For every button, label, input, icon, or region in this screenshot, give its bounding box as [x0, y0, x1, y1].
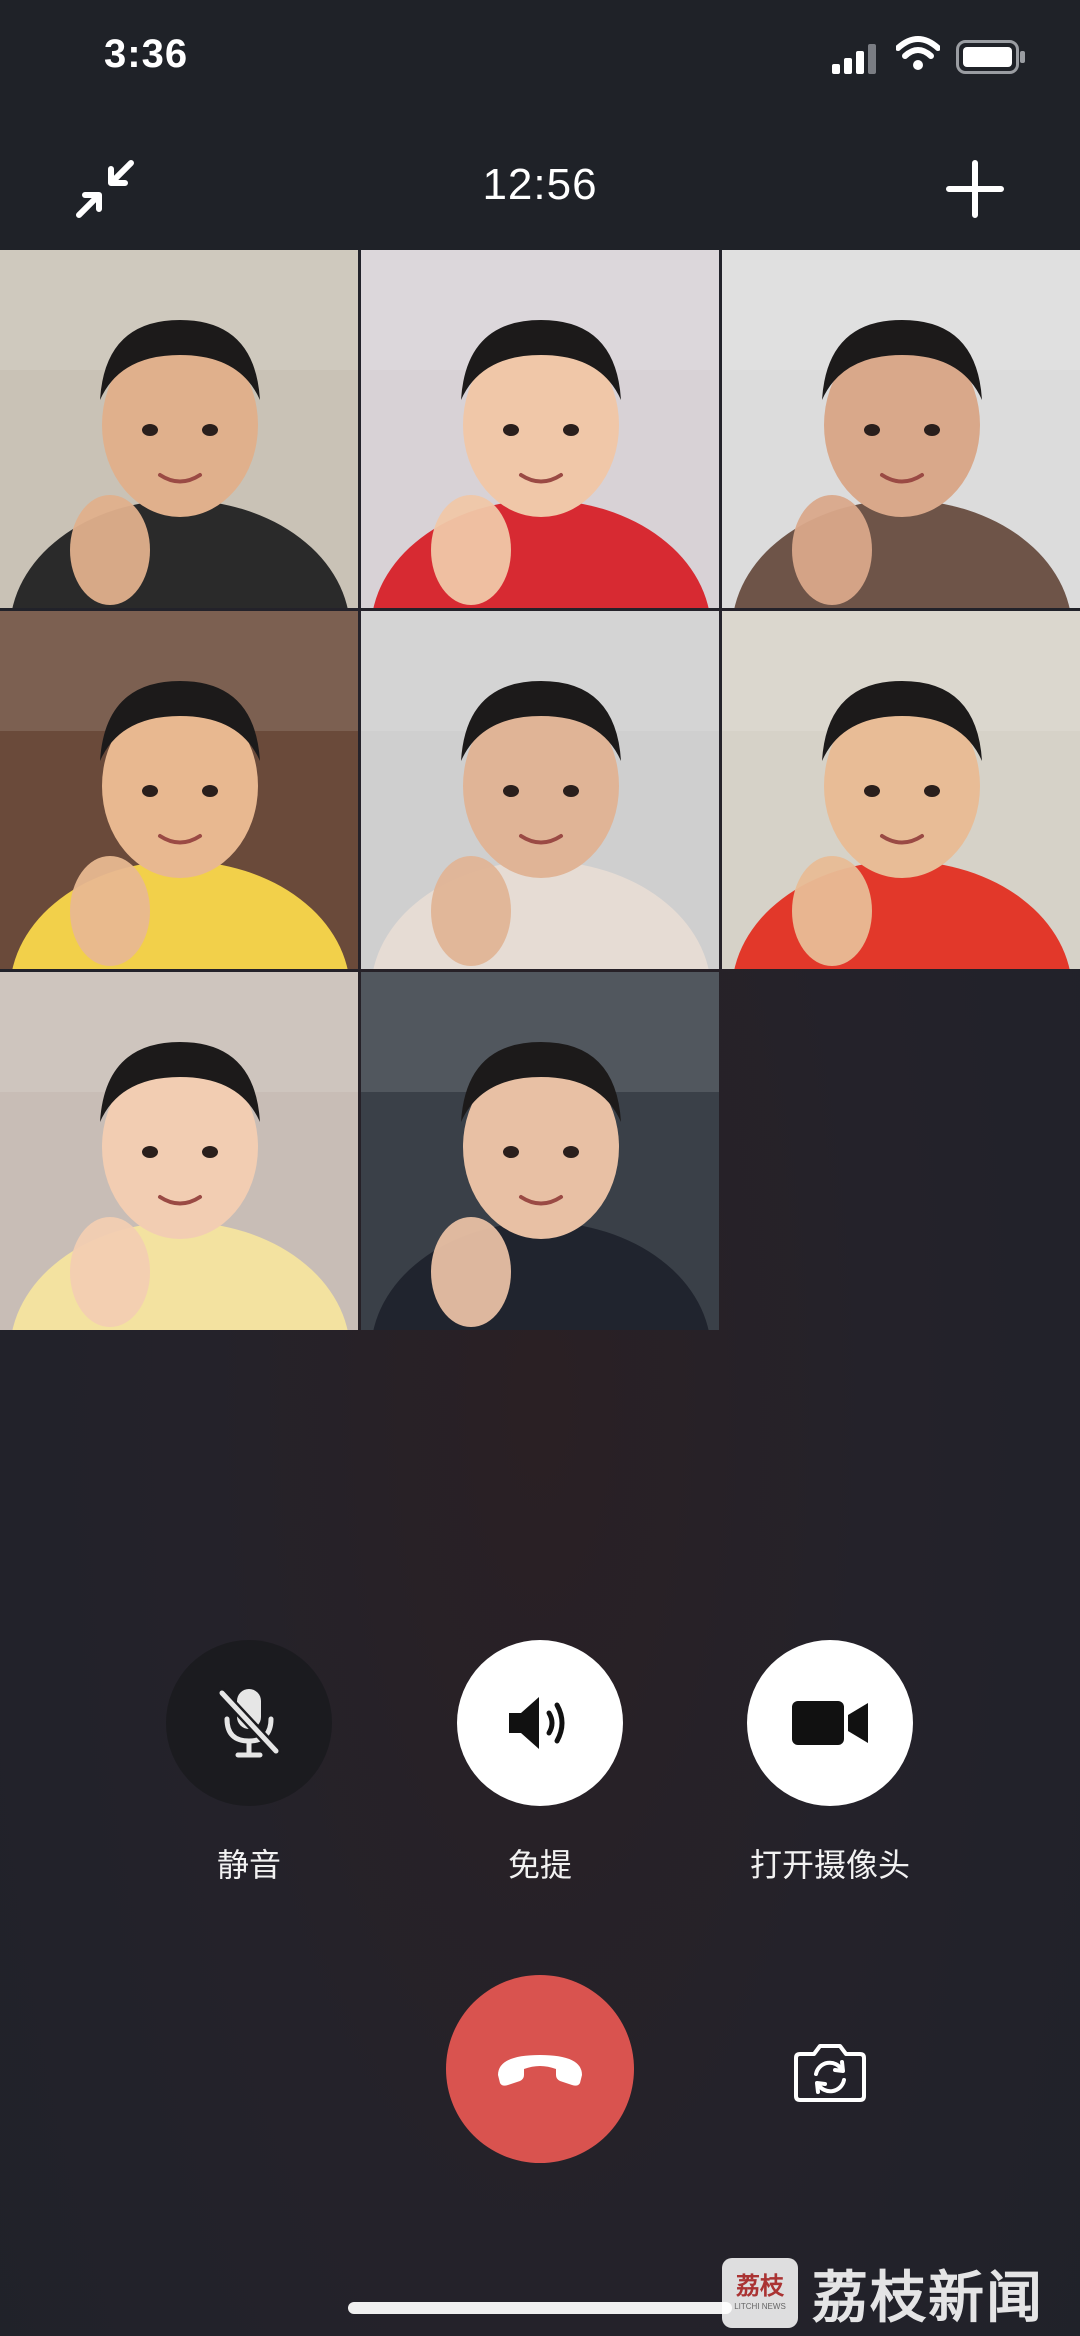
participant-video [361, 250, 719, 608]
video-tile[interactable] [361, 611, 719, 969]
mic-off-icon [217, 1688, 281, 1758]
video-grid [0, 250, 1080, 1330]
speaker-button[interactable] [457, 1640, 623, 1806]
video-tile[interactable] [722, 250, 1080, 608]
participant-video [722, 611, 1080, 969]
participant-video [0, 972, 358, 1330]
wifi-icon [895, 36, 941, 77]
status-bar: 3:36 [0, 0, 1080, 120]
hang-up-button[interactable] [446, 1975, 634, 2163]
watermark-text: 荔枝新闻 [812, 2265, 1044, 2329]
battery-icon [956, 40, 1026, 79]
status-time: 3:36 [104, 32, 189, 76]
plus-icon [946, 160, 1004, 218]
speaker-control: 免提 [455, 1640, 625, 1886]
signal-icon [832, 42, 880, 79]
video-tile[interactable] [361, 250, 719, 608]
participant-video [361, 611, 719, 969]
watermark-logo: 荔枝 LITCHI NEWS [722, 2258, 798, 2328]
video-tile[interactable] [0, 611, 358, 969]
video-tile[interactable] [0, 972, 358, 1330]
call-timer: 12:56 [482, 160, 598, 209]
mute-button[interactable] [166, 1640, 332, 1806]
video-camera-icon [792, 1701, 868, 1745]
camera-control: 打开摄像头 [745, 1640, 915, 1886]
camera-flip-icon [794, 2044, 866, 2102]
phone-hangup-icon [498, 2055, 582, 2086]
mute-label: 静音 [216, 1847, 281, 1883]
watermark-badge-sub: LITCHI NEWS [734, 2302, 786, 2311]
video-tile[interactable] [0, 250, 358, 608]
participant-video [361, 972, 719, 1330]
mute-control: 静音 [164, 1640, 334, 1886]
video-tile[interactable] [361, 972, 719, 1330]
watermark-badge-text: 荔枝 [736, 2273, 784, 2300]
watermark: 荔枝 LITCHI NEWS 荔枝新闻 [722, 2258, 1044, 2329]
video-tile[interactable] [722, 611, 1080, 969]
participant-video [0, 611, 358, 969]
participant-video [722, 250, 1080, 608]
switch-camera-button[interactable] [790, 2040, 870, 2106]
camera-label: 打开摄像头 [749, 1847, 910, 1883]
add-participant-button[interactable] [940, 154, 1010, 224]
home-indicator[interactable] [348, 2302, 732, 2314]
call-header: 12:56 [0, 120, 1080, 250]
speaker-icon [509, 1697, 565, 1749]
camera-button[interactable] [747, 1640, 913, 1806]
speaker-label: 免提 [507, 1847, 572, 1883]
participant-video [0, 250, 358, 608]
